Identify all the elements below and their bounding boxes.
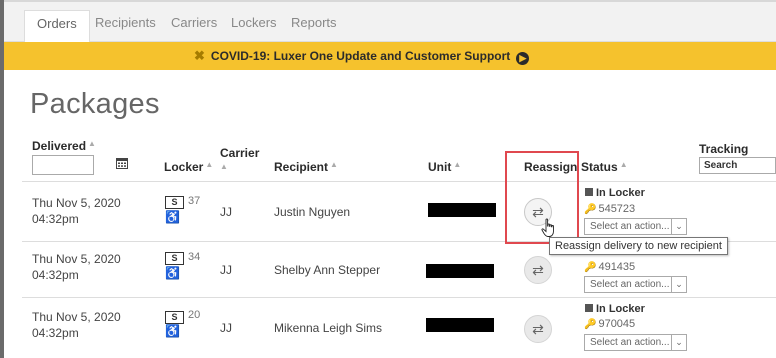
sort-icon: ▲ (453, 160, 462, 169)
locker-number: 37 (188, 195, 201, 207)
wheelchair-accessible-icon: ♿ (165, 324, 180, 338)
recipient-name[interactable]: Justin Nguyen (274, 205, 350, 219)
sort-icon: ▲ (205, 160, 214, 169)
wheelchair-accessible-icon: ♿ (165, 266, 180, 280)
banner-text[interactable]: COVID-19: Luxer One Update and Customer … (211, 49, 510, 63)
reassign-button[interactable]: ⇄ (524, 315, 552, 343)
recipient-name[interactable]: Mikenna Leigh Sims (274, 321, 382, 335)
column-header-locker[interactable]: Locker ▲ (164, 160, 213, 174)
swap-arrows-icon: ⇄ (532, 262, 544, 278)
column-header-recipient[interactable]: Recipient ▲ (274, 160, 338, 174)
carrier-value: JJ (220, 263, 232, 277)
locker-number: 34 (188, 251, 201, 263)
row-divider (22, 297, 776, 298)
swap-arrows-icon: ⇄ (532, 321, 544, 337)
locker-size-badge: S (165, 252, 184, 265)
main-tab-bar: Orders Recipients Carriers Lockers Repor… (4, 0, 776, 44)
tab-reports[interactable]: Reports (279, 10, 349, 43)
carrier-value: JJ (220, 205, 232, 219)
sort-icon: ▲ (330, 160, 338, 169)
key-icon: 🔑 (584, 262, 597, 273)
action-select[interactable]: Select an action... ⌄ (584, 218, 687, 235)
delivered-date: Thu Nov 5, 2020 04:32pm (32, 310, 121, 340)
column-header-tracking[interactable]: Tracking (699, 142, 748, 156)
covid-banner[interactable]: ✖ COVID-19: Luxer One Update and Customer… (4, 42, 776, 70)
reassign-button[interactable]: ⇄ (524, 256, 552, 284)
locker-size-badge: S (165, 311, 184, 324)
recipient-name[interactable]: Shelby Ann Stepper (274, 263, 380, 277)
hand-pointer-icon (541, 218, 554, 237)
delivered-date: Thu Nov 5, 2020 04:32pm (32, 252, 121, 282)
status-label: In Locker (585, 303, 645, 315)
column-header-delivered[interactable]: Delivered ▲ (32, 139, 96, 153)
page-title: Packages (30, 88, 160, 120)
locker-icon (585, 304, 593, 312)
delivered-date: Thu Nov 5, 2020 04:32pm (32, 196, 121, 226)
access-code: 🔑 545723 (584, 203, 636, 215)
tracking-search-input[interactable]: Search (699, 157, 776, 174)
sort-icon: ▲ (220, 162, 228, 171)
status-label: In Locker (585, 187, 645, 199)
column-header-carrier[interactable]: Carrier ▲ (220, 146, 259, 171)
key-icon: 🔑 (584, 204, 597, 215)
sort-icon: ▲ (619, 160, 628, 169)
column-header-unit[interactable]: Unit ▲ (428, 160, 461, 174)
wheelchair-accessible-icon: ♿ (165, 210, 180, 224)
action-select[interactable]: Select an action... ⌄ (584, 276, 687, 293)
action-select[interactable]: Select an action... ⌄ (584, 334, 687, 351)
locker-size-badge: S (165, 196, 184, 209)
row-divider (22, 181, 776, 182)
arrow-circle-right-icon[interactable]: ▶ (516, 52, 530, 65)
close-icon[interactable]: ✖ (194, 48, 205, 63)
calendar-icon[interactable] (116, 157, 128, 169)
reassign-tooltip: Reassign delivery to new recipient (549, 237, 728, 255)
tab-orders[interactable]: Orders (24, 10, 90, 44)
unit-redacted (428, 203, 496, 217)
sort-icon: ▲ (88, 139, 96, 148)
chevron-down-icon: ⌄ (671, 335, 686, 350)
access-code: 🔑 491435 (584, 261, 636, 273)
key-icon: 🔑 (584, 319, 597, 330)
chevron-down-icon: ⌄ (671, 277, 686, 292)
carrier-value: JJ (220, 321, 232, 335)
delivered-date-input[interactable] (32, 155, 94, 175)
locker-icon (585, 188, 593, 196)
tab-recipients[interactable]: Recipients (83, 10, 168, 43)
locker-number: 20 (188, 309, 201, 321)
unit-redacted (426, 318, 494, 332)
unit-redacted (426, 264, 494, 278)
chevron-down-icon: ⌄ (671, 219, 686, 234)
access-code: 🔑 970045 (584, 318, 636, 330)
column-header-status[interactable]: Status ▲ (581, 160, 628, 174)
